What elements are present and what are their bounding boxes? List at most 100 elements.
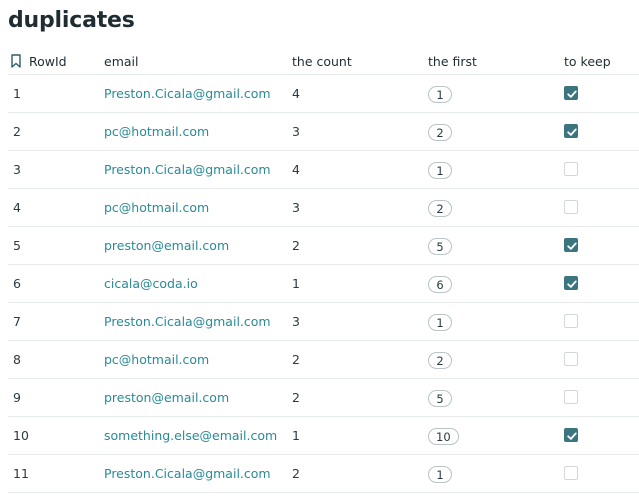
keep-cell [564,455,578,492]
row-reference-chip[interactable]: 5 [428,390,452,407]
table-row[interactable]: 5 preston@email.com 2 5 [8,227,639,265]
keep-cell [564,113,578,150]
count-cell: 1 [292,276,300,291]
rowid-cell: 8 [13,352,21,367]
keep-checkbox-unchecked[interactable] [564,465,578,480]
keep-cell [564,227,578,264]
first-cell: 1 [428,151,452,188]
keep-checkbox-unchecked[interactable] [564,389,578,404]
rowid-cell: 3 [13,162,21,177]
rowid-cell: 7 [13,314,21,329]
column-header-first[interactable]: the first [428,50,477,74]
table-row[interactable]: 3 Preston.Cicala@gmail.com 4 1 [8,151,639,189]
first-cell: 2 [428,189,452,226]
table-row[interactable]: 4 pc@hotmail.com 3 2 [8,189,639,227]
first-cell: 6 [428,265,452,302]
first-cell: 1 [428,75,452,112]
count-cell: 2 [292,390,300,405]
checkmark-icon [567,432,577,440]
row-reference-chip[interactable]: 10 [428,428,459,445]
row-reference-chip[interactable]: 5 [428,238,452,255]
keep-checkbox-unchecked[interactable] [564,199,578,214]
first-cell: 2 [428,341,452,378]
row-reference-chip[interactable]: 6 [428,276,452,293]
email-cell[interactable]: preston@email.com [104,379,229,416]
keep-checkbox-unchecked[interactable] [564,351,578,366]
row-reference-chip[interactable]: 1 [428,162,452,179]
rowid-cell: 4 [13,200,21,215]
email-cell[interactable]: pc@hotmail.com [104,113,209,150]
count-cell: 4 [292,86,300,101]
rowid-cell: 11 [13,466,29,481]
email-cell[interactable]: pc@hotmail.com [104,341,209,378]
email-cell[interactable]: cicala@coda.io [104,265,198,302]
column-header-rowid[interactable]: RowId [11,50,67,74]
email-cell[interactable]: Preston.Cicala@gmail.com [104,151,271,188]
email-cell[interactable]: Preston.Cicala@gmail.com [104,75,271,112]
keep-checkbox-unchecked[interactable] [564,313,578,328]
bookmark-icon [11,54,21,68]
first-cell: 10 [428,417,459,454]
rowid-cell: 6 [13,276,21,291]
first-cell: 5 [428,227,452,264]
rowid-cell: 9 [13,390,21,405]
keep-cell [564,379,578,416]
table-row[interactable]: 7 Preston.Cicala@gmail.com 3 1 [8,303,639,341]
rowid-cell: 2 [13,124,21,139]
keep-checkbox-checked[interactable] [564,123,578,138]
table-row[interactable]: 1 Preston.Cicala@gmail.com 4 1 [8,75,639,113]
first-cell: 1 [428,303,452,340]
row-reference-chip[interactable]: 2 [428,200,452,217]
email-cell[interactable]: preston@email.com [104,227,229,264]
table-body: 1 Preston.Cicala@gmail.com 4 1 2 pc@hotmail.c… [8,75,639,493]
first-cell: 5 [428,379,452,416]
email-cell[interactable]: pc@hotmail.com [104,189,209,226]
checkmark-icon [567,280,577,288]
row-reference-chip[interactable]: 2 [428,352,452,369]
rowid-cell: 1 [13,86,21,101]
keep-cell [564,189,578,226]
column-header-count[interactable]: the count [292,50,352,74]
first-cell: 2 [428,113,452,150]
row-reference-chip[interactable]: 1 [428,86,452,103]
count-cell: 4 [292,162,300,177]
keep-checkbox-checked[interactable] [564,275,578,290]
keep-cell [564,417,578,454]
keep-checkbox-checked[interactable] [564,427,578,442]
rowid-cell: 5 [13,238,21,253]
count-cell: 1 [292,428,300,443]
keep-cell [564,151,578,188]
table-row[interactable]: 10 something.else@email.com 1 10 [8,417,639,455]
first-cell: 1 [428,455,452,492]
email-cell[interactable]: Preston.Cicala@gmail.com [104,455,271,492]
page-title: duplicates [8,8,135,33]
table-header-row: RowId email the count the first to keep [8,50,639,75]
keep-cell [564,341,578,378]
keep-checkbox-unchecked[interactable] [564,161,578,176]
rowid-cell: 10 [13,428,29,443]
table-row[interactable]: 8 pc@hotmail.com 2 2 [8,341,639,379]
email-cell[interactable]: Preston.Cicala@gmail.com [104,303,271,340]
keep-checkbox-checked[interactable] [564,237,578,252]
count-cell: 2 [292,352,300,367]
duplicates-table: RowId email the count the first to keep … [8,50,639,493]
table-row[interactable]: 9 preston@email.com 2 5 [8,379,639,417]
count-cell: 3 [292,314,300,329]
count-cell: 2 [292,238,300,253]
email-cell[interactable]: something.else@email.com [104,417,277,454]
row-reference-chip[interactable]: 1 [428,466,452,483]
checkmark-icon [567,128,577,136]
count-cell: 3 [292,200,300,215]
count-cell: 3 [292,124,300,139]
keep-cell [564,75,578,112]
column-header-keep[interactable]: to keep [564,50,611,74]
table-row[interactable]: 11 Preston.Cicala@gmail.com 2 1 [8,455,639,493]
column-header-email[interactable]: email [104,50,138,74]
row-reference-chip[interactable]: 2 [428,124,452,141]
row-reference-chip[interactable]: 1 [428,314,452,331]
page: duplicates RowId email the count the fir… [0,0,639,500]
table-row[interactable]: 6 cicala@coda.io 1 6 [8,265,639,303]
table-row[interactable]: 2 pc@hotmail.com 3 2 [8,113,639,151]
keep-checkbox-checked[interactable] [564,85,578,100]
keep-cell [564,265,578,302]
